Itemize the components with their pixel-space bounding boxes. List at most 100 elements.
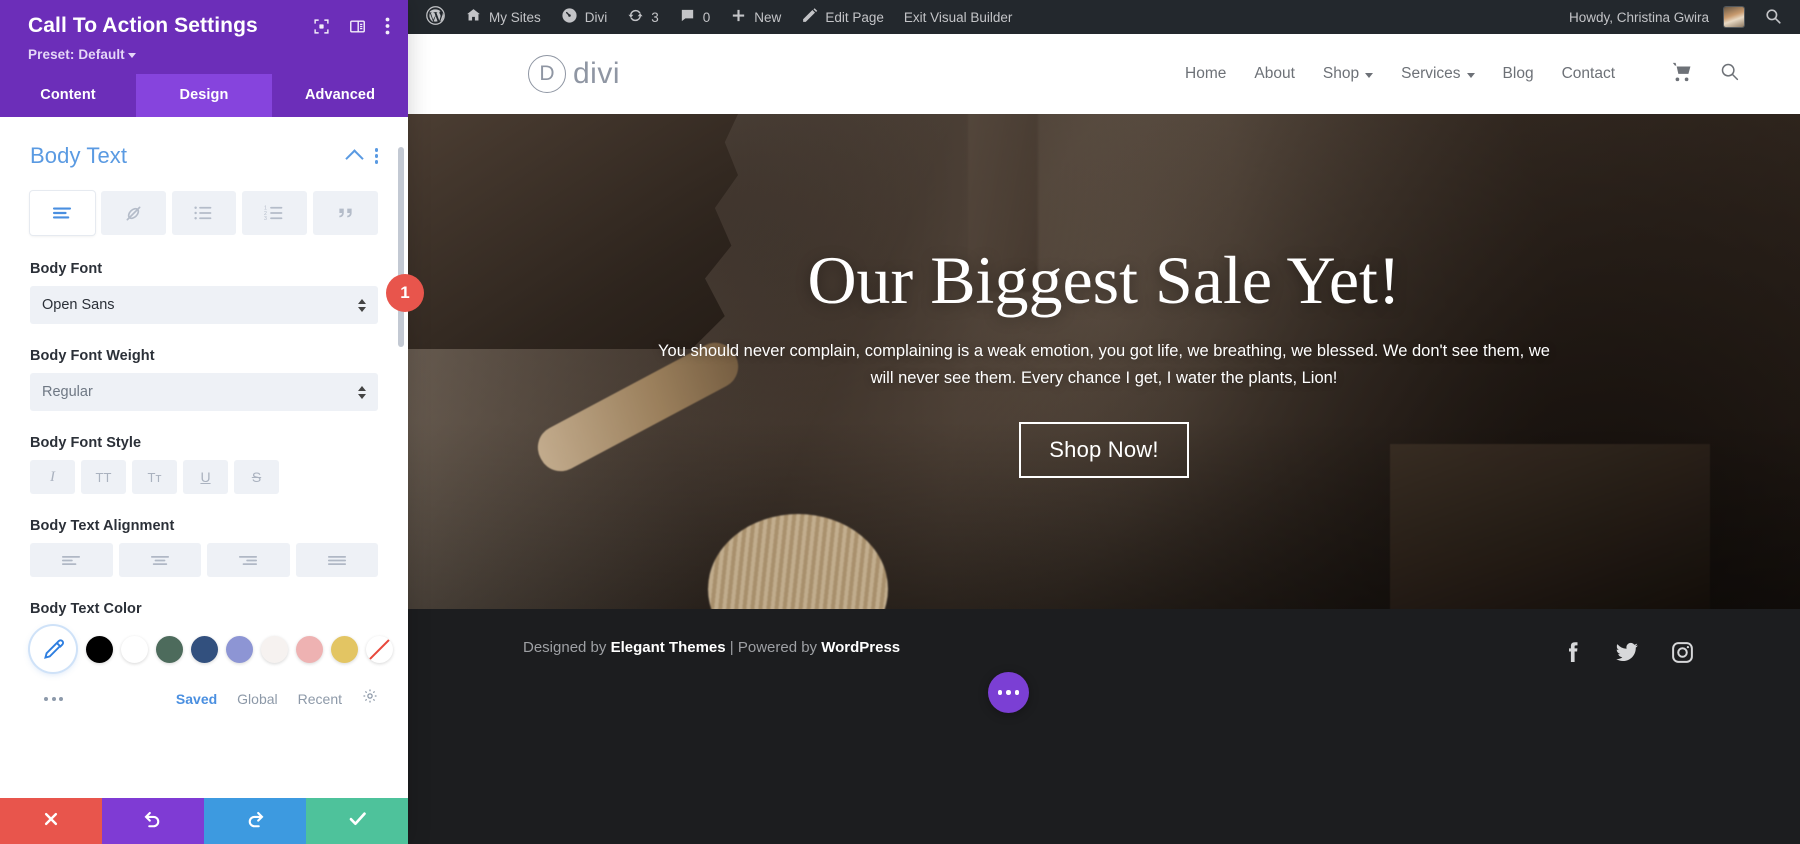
tab-design[interactable]: Design [136, 74, 272, 117]
adminbar-item-updates[interactable]: 3 [617, 0, 669, 34]
nav-item-home[interactable]: Home [1185, 65, 1226, 83]
gear-icon[interactable] [362, 688, 378, 709]
section-header-icon-group [344, 147, 378, 168]
panel-scrollbar[interactable] [398, 147, 404, 347]
preset-selector[interactable]: Preset: Default [28, 47, 390, 62]
cancel-button[interactable] [0, 798, 102, 844]
wp-logo-menu[interactable] [416, 0, 455, 34]
focus-target-icon[interactable] [313, 18, 330, 40]
body-font-weight-select[interactable]: Regular [30, 373, 378, 411]
nav-item-blog[interactable]: Blog [1503, 65, 1534, 83]
field-label-body-text-color: Body Text Color [30, 601, 142, 617]
adminbar-item-edit-page[interactable]: Edit Page [791, 0, 894, 34]
shop-now-button[interactable]: Shop Now! [1019, 421, 1189, 478]
cart-icon[interactable] [1671, 61, 1693, 88]
text-align-icon[interactable] [30, 191, 95, 235]
search-icon[interactable] [1719, 61, 1740, 87]
dashboard-icon [561, 7, 578, 27]
color-swatch-black[interactable] [86, 635, 113, 663]
site-logo[interactable]: D divi [528, 55, 620, 93]
align-left-icon[interactable] [30, 543, 113, 577]
nav-item-services[interactable]: Services [1401, 65, 1475, 83]
nav-label-home: Home [1185, 65, 1227, 82]
search-icon [1764, 7, 1782, 28]
kebab-menu-icon[interactable] [374, 148, 378, 164]
color-tab-recent[interactable]: Recent [298, 691, 342, 707]
adminbar-label-exit-visual-builder: Exit Visual Builder [903, 9, 1013, 25]
settings-panel-footer [0, 798, 408, 844]
numbered-list-icon[interactable]: 123 [242, 191, 308, 235]
body-font-select[interactable]: Open Sans [30, 286, 378, 324]
adminbar-label-divi: Divi [584, 9, 608, 25]
facebook-icon[interactable] [1560, 640, 1584, 669]
eyedropper-icon[interactable] [30, 626, 76, 672]
blockquote-icon[interactable] [313, 191, 378, 235]
body-text-toolbar: 123 [30, 191, 378, 235]
layout-panel-icon[interactable] [349, 18, 366, 40]
more-dots-icon[interactable] [44, 696, 63, 701]
divi-menu-fab[interactable] [988, 672, 1029, 713]
color-swatch-none[interactable] [366, 635, 393, 663]
align-right-icon[interactable] [207, 543, 290, 577]
adminbar-item-comments[interactable]: 0 [669, 0, 721, 34]
bulleted-list-icon[interactable] [171, 191, 237, 235]
fab-dot [997, 690, 1003, 695]
hero-content: Our Biggest Sale Yet! You should never c… [408, 114, 1800, 609]
chevron-up-icon[interactable] [344, 149, 364, 168]
color-swatch-green[interactable] [156, 635, 183, 663]
header-icon-group [1671, 61, 1740, 88]
color-swatch-white[interactable] [121, 635, 148, 663]
nav-item-contact[interactable]: Contact [1562, 65, 1615, 83]
adminbar-item-my-sites[interactable]: My Sites [455, 0, 551, 34]
field-body-text-alignment: Body Text Alignment [30, 518, 378, 577]
color-tab-global[interactable]: Global [237, 691, 277, 707]
tab-advanced[interactable]: Advanced [272, 74, 408, 117]
footer-link-elegant-themes[interactable]: Elegant Themes [611, 639, 726, 656]
adminbar-label-edit-page: Edit Page [825, 9, 884, 25]
underline-icon[interactable]: U [183, 460, 228, 494]
italic-icon[interactable]: I [30, 460, 75, 494]
section-title: Body Text [30, 143, 128, 168]
main-navigation: Home About Shop Services Blog Contact [1185, 61, 1740, 88]
twitter-icon[interactable] [1614, 639, 1640, 670]
uppercase-icon[interactable]: TT [81, 460, 126, 494]
chevron-down-icon [127, 52, 136, 58]
align-justify-icon[interactable] [295, 543, 378, 577]
undo-button[interactable] [102, 798, 204, 844]
nav-label-shop: Shop [1322, 65, 1360, 82]
footer-link-wordpress[interactable]: WordPress [821, 639, 900, 656]
save-button[interactable] [306, 798, 408, 844]
color-source-tabs: Saved Global Recent [176, 688, 378, 709]
align-center-icon[interactable] [118, 543, 201, 577]
kebab-menu-icon[interactable] [385, 17, 390, 40]
adminbar-account-menu[interactable]: Howdy, Christina Gwira [1559, 0, 1754, 34]
updates-icon [627, 7, 644, 27]
hero-title: Our Biggest Sale Yet! [807, 242, 1401, 319]
color-swatch-periwinkle[interactable] [226, 635, 253, 663]
instagram-icon[interactable] [1670, 640, 1695, 670]
smallcaps-icon[interactable]: Tᴛ [132, 460, 177, 494]
field-label-body-font-style: Body Font Style [30, 435, 142, 451]
adminbar-item-exit-visual-builder[interactable]: Exit Visual Builder [894, 0, 1023, 34]
preset-label: Preset: Default [28, 47, 125, 62]
redo-button[interactable] [204, 798, 306, 844]
color-swatch-pink[interactable] [296, 635, 323, 663]
adminbar-item-divi[interactable]: Divi [551, 0, 618, 34]
field-body-font-style: Body Font Style I TT Tᴛ U S [30, 435, 378, 494]
adminbar-item-new[interactable]: New [720, 0, 791, 34]
nav-item-shop[interactable]: Shop [1322, 65, 1374, 83]
svg-text:3: 3 [264, 216, 267, 221]
chevron-updown-icon [358, 298, 366, 312]
tab-content[interactable]: Content [0, 74, 136, 117]
color-swatch-offwhite[interactable] [261, 635, 288, 663]
color-tab-saved[interactable]: Saved [176, 691, 217, 707]
strikethrough-icon[interactable]: S [234, 460, 279, 494]
font-style-button-group: I TT Tᴛ U S [30, 460, 378, 494]
color-swatch-navy[interactable] [191, 635, 218, 663]
wordpress-logo-icon [426, 6, 445, 28]
footer-social-group [1560, 639, 1695, 670]
no-link-icon[interactable] [100, 191, 166, 235]
color-swatch-gold[interactable] [331, 635, 358, 663]
adminbar-search-button[interactable] [1754, 0, 1792, 34]
nav-item-about[interactable]: About [1254, 65, 1295, 83]
